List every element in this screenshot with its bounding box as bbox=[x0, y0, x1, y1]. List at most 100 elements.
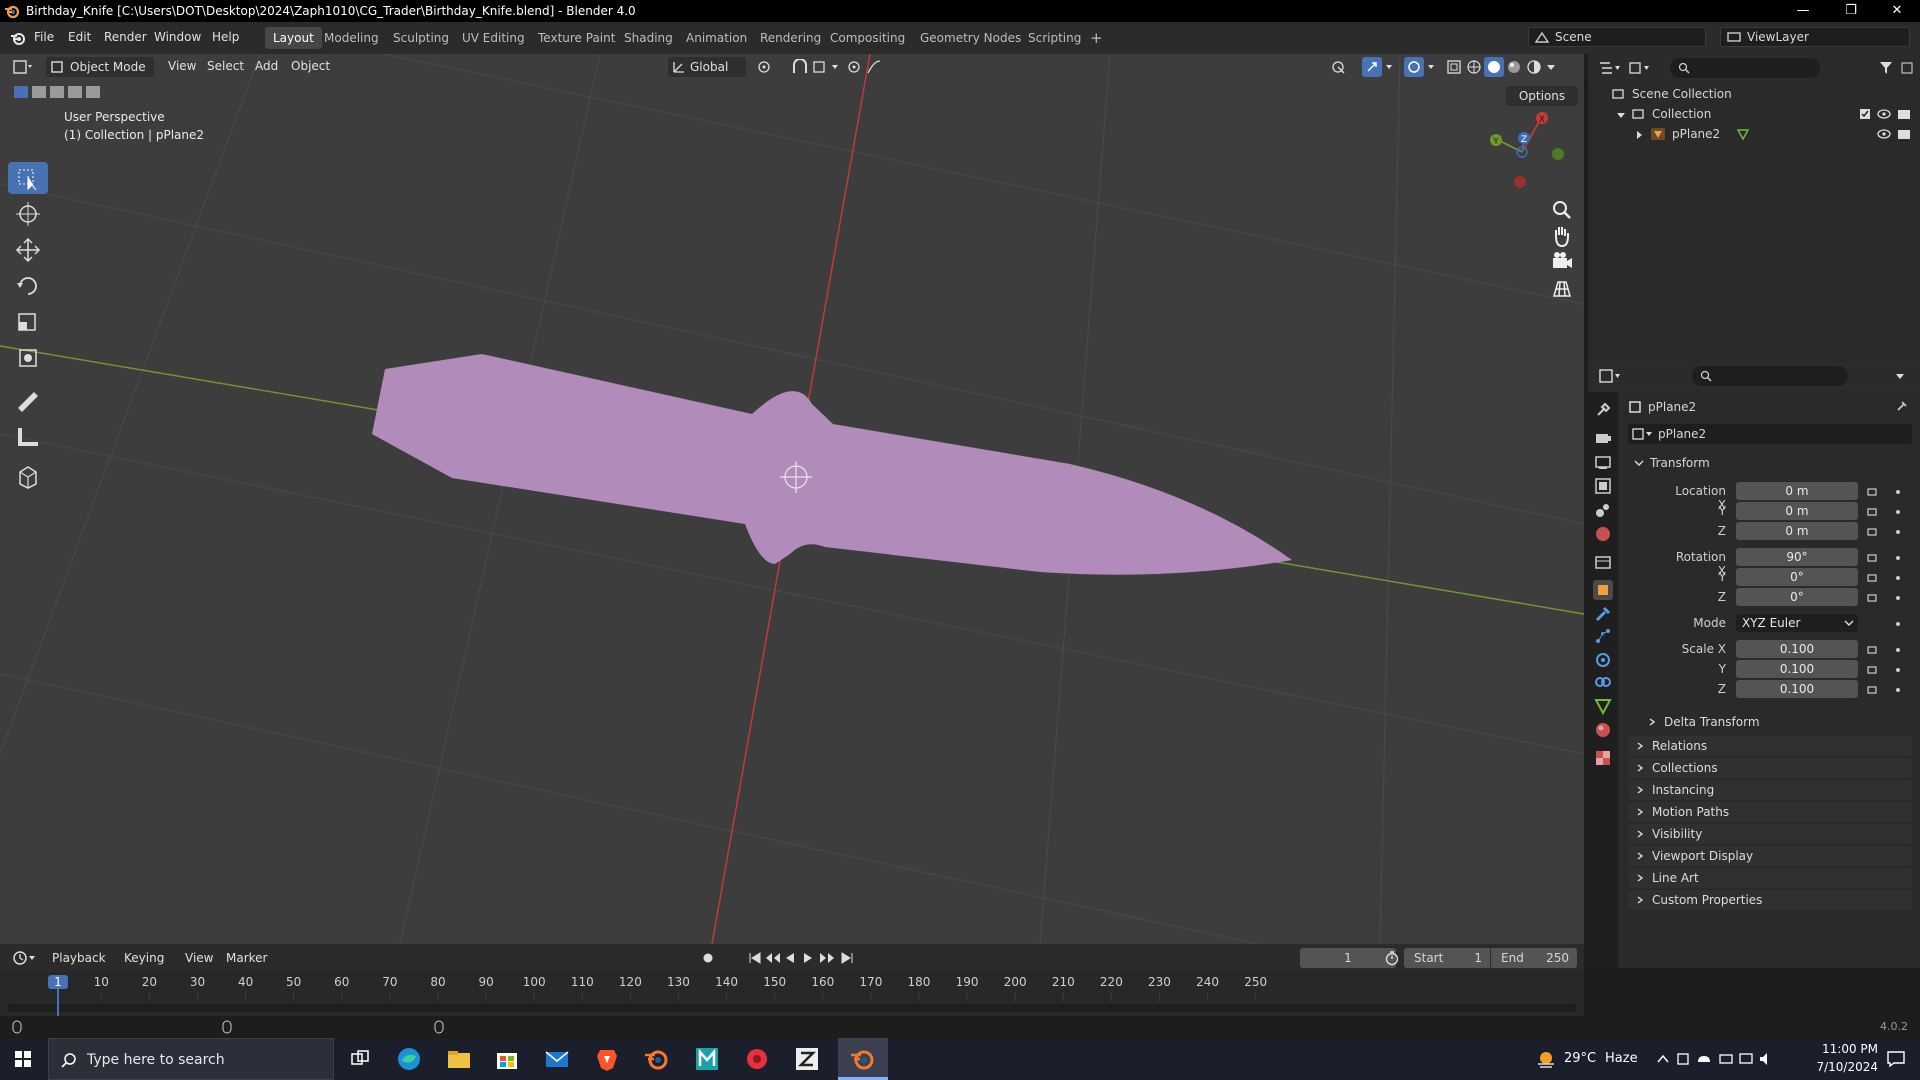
zbrush-icon[interactable] bbox=[792, 1044, 822, 1074]
display-mode-icon[interactable] bbox=[1628, 60, 1652, 76]
rotation-z-field[interactable]: 0° bbox=[1736, 588, 1858, 606]
snap-icon[interactable] bbox=[790, 59, 810, 75]
scale-z-field[interactable]: 0.100 bbox=[1736, 680, 1858, 698]
location-z-field[interactable]: 0 m bbox=[1736, 522, 1858, 540]
physics-tab-icon[interactable] bbox=[1593, 650, 1613, 670]
scene-tab-icon[interactable] bbox=[1593, 500, 1613, 520]
proportional-edit-icon[interactable] bbox=[846, 59, 862, 75]
outliner-editor-icon[interactable] bbox=[1598, 60, 1622, 76]
object-tab-icon[interactable] bbox=[1593, 580, 1613, 600]
timeline-editor-icon[interactable] bbox=[12, 950, 38, 966]
file-explorer-icon[interactable] bbox=[444, 1044, 474, 1074]
add-cube-tool[interactable] bbox=[8, 460, 48, 492]
pin-icon[interactable] bbox=[1894, 400, 1908, 414]
menu-window[interactable]: Window bbox=[154, 30, 201, 44]
mesh-data-icon[interactable] bbox=[1736, 127, 1750, 141]
mail-icon[interactable] bbox=[542, 1044, 572, 1074]
falloff-icon[interactable] bbox=[866, 59, 892, 75]
view-layer-selector[interactable]: ViewLayer bbox=[1720, 27, 1910, 47]
menu-keying[interactable]: Keying bbox=[124, 951, 164, 965]
playback-controls[interactable] bbox=[700, 950, 860, 966]
outliner-row-collection[interactable]: Collection bbox=[1588, 104, 1920, 124]
timeline-ruler[interactable]: 1 10 20 30 40 50 60 70 80 90 100 110 120 130 140 150 160… bbox=[0, 972, 1584, 1016]
scene-selector[interactable]: Scene bbox=[1528, 27, 1706, 47]
tab-compositing[interactable]: Compositing bbox=[822, 27, 913, 49]
active-blender-taskbar-button[interactable] bbox=[838, 1038, 888, 1080]
red-app-icon[interactable] bbox=[742, 1044, 772, 1074]
overlays-toggle-icon[interactable] bbox=[1404, 57, 1438, 77]
options-button[interactable]: Options bbox=[1506, 86, 1578, 106]
object-toggles-icon[interactable] bbox=[1870, 128, 1914, 140]
solid-shading-icon[interactable] bbox=[1484, 57, 1504, 77]
stopwatch-icon[interactable] bbox=[1384, 950, 1400, 966]
brave-browser-icon[interactable] bbox=[592, 1044, 622, 1074]
task-view-icon[interactable] bbox=[344, 1044, 374, 1074]
particles-tab-icon[interactable] bbox=[1593, 626, 1613, 646]
tab-rendering[interactable]: Rendering bbox=[752, 27, 829, 49]
camera-view-button[interactable] bbox=[1548, 248, 1576, 276]
panel-line-art[interactable]: Line Art bbox=[1628, 868, 1912, 888]
maya-icon[interactable] bbox=[692, 1044, 722, 1074]
material-shading-icon[interactable] bbox=[1506, 59, 1522, 75]
expand-arrow-icon[interactable] bbox=[1634, 130, 1644, 140]
ortho-toggle-button[interactable] bbox=[1548, 274, 1576, 302]
panel-motion-paths[interactable]: Motion Paths bbox=[1628, 802, 1912, 822]
object-data-selector-icon[interactable] bbox=[1632, 428, 1654, 440]
measure-tool[interactable] bbox=[8, 420, 48, 452]
tab-layout[interactable]: Layout bbox=[265, 27, 322, 49]
panel-collections[interactable]: Collections bbox=[1628, 758, 1912, 778]
next-keyframe-icon[interactable] bbox=[820, 953, 834, 963]
pan-view-button[interactable] bbox=[1548, 222, 1576, 250]
tab-sculpting[interactable]: Sculpting bbox=[385, 27, 457, 49]
mode-selector[interactable]: Object Mode bbox=[46, 57, 154, 77]
lock-and-keyframe-icons[interactable] bbox=[1864, 484, 1908, 702]
transform-tool[interactable] bbox=[8, 342, 48, 374]
selectability-icon[interactable] bbox=[1330, 59, 1354, 75]
menu-playback[interactable]: Playback bbox=[52, 951, 106, 965]
add-workspace-button[interactable]: + bbox=[1082, 27, 1111, 49]
tab-texture-paint[interactable]: Texture Paint bbox=[530, 27, 623, 49]
weather-temperature[interactable]: 29°C bbox=[1564, 1051, 1596, 1066]
jump-start-icon[interactable] bbox=[749, 952, 761, 964]
rotation-y-field[interactable]: 0° bbox=[1736, 568, 1858, 586]
render-tab-icon[interactable] bbox=[1593, 428, 1613, 448]
wireframe-shading-icon[interactable] bbox=[1466, 59, 1482, 75]
move-tool[interactable] bbox=[8, 234, 48, 266]
rotation-x-field[interactable]: 90° bbox=[1736, 548, 1858, 566]
menu-file[interactable]: File bbox=[34, 30, 54, 44]
transform-panel-header[interactable]: Transform bbox=[1628, 452, 1912, 474]
current-frame-field[interactable]: 1 bbox=[1300, 948, 1396, 968]
menu-view[interactable]: View bbox=[168, 59, 196, 73]
location-y-field[interactable]: 0 m bbox=[1736, 502, 1858, 520]
menu-edit[interactable]: Edit bbox=[68, 30, 91, 44]
weather-icon[interactable] bbox=[1534, 1048, 1558, 1070]
menu-render[interactable]: Render bbox=[104, 30, 147, 44]
editor-type-icon[interactable] bbox=[12, 59, 34, 75]
outliner-search-input[interactable] bbox=[1670, 58, 1820, 78]
options-dropdown-icon[interactable] bbox=[1894, 370, 1906, 382]
rotate-tool[interactable] bbox=[8, 270, 48, 302]
end-frame-field[interactable]: End 250 bbox=[1491, 948, 1577, 968]
notification-center-icon[interactable] bbox=[1886, 1050, 1906, 1068]
material-tab-icon[interactable] bbox=[1593, 720, 1613, 740]
play-icon[interactable] bbox=[804, 953, 812, 963]
windows-start-icon[interactable] bbox=[8, 1044, 38, 1074]
prev-keyframe-icon[interactable] bbox=[766, 953, 780, 963]
outliner-row-scene-collection[interactable]: Scene Collection bbox=[1588, 84, 1920, 104]
select-box-tool[interactable] bbox=[8, 162, 48, 194]
menu-object[interactable]: Object bbox=[291, 59, 330, 73]
scale-x-field[interactable]: 0.100 bbox=[1736, 640, 1858, 658]
texture-tab-icon[interactable] bbox=[1593, 748, 1613, 768]
3d-viewport[interactable]: Object Mode View Select Add Object Globa… bbox=[0, 54, 1584, 944]
delta-transform-panel[interactable]: Delta Transform bbox=[1640, 710, 1912, 734]
edge-browser-icon[interactable] bbox=[394, 1044, 424, 1074]
microsoft-store-icon[interactable] bbox=[492, 1044, 522, 1074]
taskbar-search-box[interactable]: Type here to search bbox=[48, 1038, 334, 1080]
tab-animation[interactable]: Animation bbox=[678, 27, 755, 49]
collection-toggles-icon[interactable] bbox=[1858, 108, 1914, 120]
cursor-tool[interactable] bbox=[8, 198, 48, 230]
start-frame-field[interactable]: Start 1 bbox=[1404, 948, 1490, 968]
data-tab-icon[interactable] bbox=[1593, 696, 1613, 716]
properties-search-input[interactable] bbox=[1692, 366, 1848, 386]
panel-instancing[interactable]: Instancing bbox=[1628, 780, 1912, 800]
